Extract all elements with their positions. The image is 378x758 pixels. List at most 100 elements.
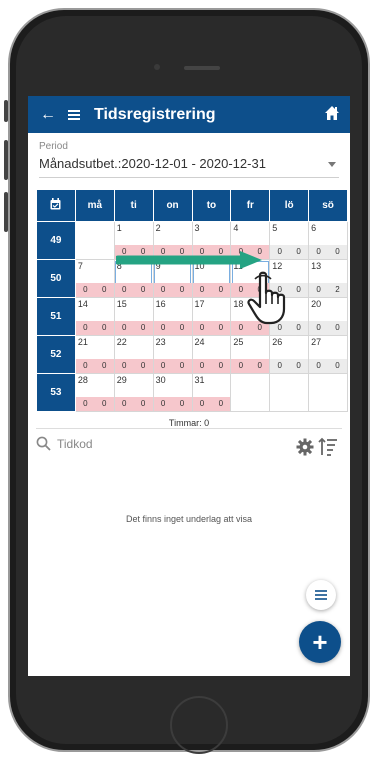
day-number: 6 [311,223,317,233]
calendar-day-cell[interactable]: 16 0 0 [152,297,193,336]
day-number: 17 [194,299,205,309]
hours-value: 0 [102,285,107,294]
list-icon [315,590,327,600]
hours-value: 0 [335,323,340,332]
hours-value: 0 [121,285,127,294]
calendar-day-cell[interactable]: 21 0 0 [74,335,115,374]
hours-value: 0 [218,361,224,370]
week-number[interactable]: 49 [36,221,76,260]
hours-value: 0 [83,399,88,408]
calendar-day-cell[interactable]: 23 0 0 [152,335,193,374]
day-hours: 00 [192,397,231,411]
hours-value: 0 [102,399,107,408]
day-hours: 00 [309,245,347,259]
period-select[interactable]: Månadsutbet.:2020-12-01 - 2020-12-31 [39,156,266,171]
chevron-down-icon[interactable] [328,162,336,167]
gear-icon[interactable] [296,438,314,461]
day-number: 31 [194,375,205,385]
hamburger-icon[interactable] [68,109,80,120]
calendar-day-cell[interactable]: 29 0 0 [113,373,154,412]
day-number: 22 [116,337,127,347]
hours-value: 0 [179,323,185,332]
calendar-day-cell[interactable]: 24 0 0 [191,335,232,374]
day-hours: 00 [270,359,309,373]
calendar-day-cell[interactable]: 700 [74,259,115,298]
hours-value: 0 [316,247,321,256]
day-number: 12 [272,261,283,271]
hours-value: 0 [160,361,166,370]
sort-icon[interactable] [318,437,338,462]
home-icon[interactable] [324,105,340,126]
add-button[interactable]: + [299,621,341,663]
hours-value: 0 [277,247,282,256]
weekday-header: fr [230,189,271,222]
day-hours: 00 [192,359,231,373]
weekday-header: to [191,189,232,222]
day-number: 5 [272,223,278,233]
week-number[interactable]: 51 [36,297,76,336]
calendar-day-cell[interactable]: 27 0 0 [308,335,348,374]
hours-value: 0 [140,323,146,332]
side-button [4,192,8,232]
calendar-day-cell[interactable]: 28 0 0 [74,373,115,412]
calendar-day-cell [230,373,271,412]
app-screen: ← Tidsregistrering Period Månadsutbet.:2… [28,96,350,676]
phone-home-button [170,696,228,754]
week-number[interactable]: 50 [36,259,76,298]
pointer-hand-icon [247,271,286,325]
calendar-day-cell[interactable]: 30 0 0 [152,373,193,412]
hours-value: 0 [199,399,205,408]
day-number: 28 [77,375,88,385]
hours-value: 0 [140,361,146,370]
hours-value: 0 [121,399,127,408]
hours-value: 0 [160,399,166,408]
calendar-day-cell[interactable]: 31 0 0 [191,373,232,412]
hours-value: 0 [140,399,146,408]
calendar-day-cell[interactable]: 17 0 0 [191,297,232,336]
day-hours: 00 [114,397,153,411]
day-number: 25 [233,337,244,347]
week-number[interactable]: 53 [36,373,76,412]
swipe-arrow-icon [116,251,262,269]
calendar-day-cell[interactable]: 6 00 [308,221,348,260]
calendar-day-cell[interactable]: 20 0 0 [308,297,348,336]
week-number[interactable]: 52 [36,335,76,374]
calendar-day-cell [269,373,310,412]
hours-value: 0 [316,323,321,332]
calendar-day-cell[interactable]: 26 0 0 [269,335,310,374]
hours-value: 0 [199,285,205,294]
calendar-day-cell[interactable]: 15 0 0 [113,297,154,336]
hours-value: 0 [335,361,340,370]
calendar-day-cell[interactable]: 25 0 0 [230,335,271,374]
day-hours: 00 [153,397,192,411]
front-camera [154,64,160,70]
day-hours: 00 [231,359,270,373]
calendar-day-cell[interactable]: 500 [269,221,310,260]
list-button[interactable] [306,580,336,610]
hours-value: 0 [121,323,127,332]
calendar-grid: måtiontofrlösö 4910020030040050060050700… [36,189,348,412]
calendar-week-row: 52 21 0 0 22 0 0 23 0 0 24 0 0 25 0 0 26 0 0 27 0 0 [36,335,348,374]
period-label: Period [39,141,68,152]
hours-value: 2 [335,285,340,294]
calendar-day-cell[interactable]: 14 0 0 [74,297,115,336]
calendar-day-cell[interactable]: 13 0 2 [308,259,348,298]
hours-value: 0 [83,361,88,370]
arrow-left-icon[interactable]: ← [40,106,56,124]
weekday-header: on [152,189,193,222]
hours-value: 0 [179,399,185,408]
calendar-week-row: 53 28 0 0 29 0 0 30 0 0 31 0 0 [36,373,348,412]
day-hours: 00 [192,321,231,335]
calendar-header-row: må ti on to fr lö sö [36,189,348,222]
day-hours: 00 [114,321,153,335]
day-hours: 02 [309,283,347,297]
app-header: ← Tidsregistrering [28,96,350,133]
day-hours: 00 [114,283,153,297]
search-field[interactable]: Tidkod [36,436,93,451]
calendar-day-cell[interactable]: 22 0 0 [113,335,154,374]
divider [36,428,342,429]
day-hours: 00 [309,359,347,373]
hours-value: 0 [102,361,107,370]
day-number: 23 [155,337,166,347]
page-title: Tidsregistrering [94,105,216,123]
